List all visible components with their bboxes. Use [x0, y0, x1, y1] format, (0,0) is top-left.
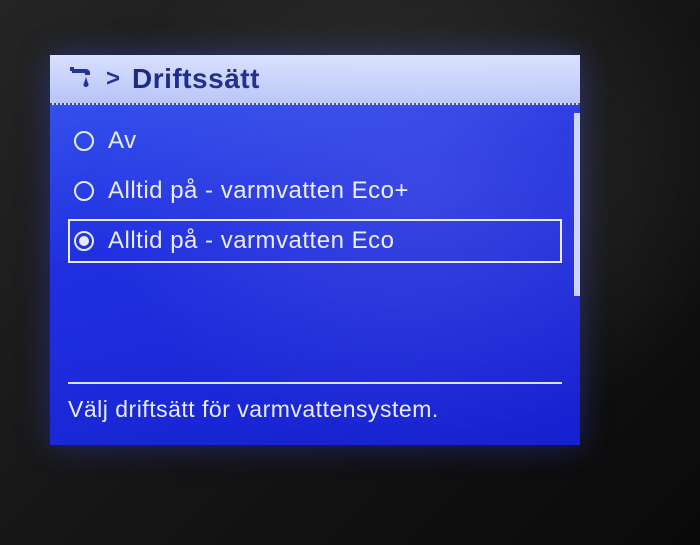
option-label: Alltid på - varmvatten Eco [108, 227, 394, 255]
lcd-screen: > Driftssätt Av Alltid på - varmvatten E… [50, 55, 580, 445]
help-text: Välj driftsätt för varmvattensystem. [50, 394, 580, 445]
options-list: Av Alltid på - varmvatten Eco+ Alltid på… [50, 105, 580, 382]
option-always-on-eco[interactable]: Alltid på - varmvatten Eco [68, 219, 562, 263]
radio-icon [74, 181, 94, 201]
option-label: Av [108, 127, 137, 155]
scrollbar-thumb[interactable] [574, 113, 580, 296]
divider [68, 382, 562, 384]
option-off[interactable]: Av [68, 119, 562, 163]
faucet-icon [68, 65, 94, 93]
option-label: Alltid på - varmvatten Eco+ [108, 177, 409, 205]
scrollbar[interactable] [574, 113, 580, 374]
radio-icon-checked [74, 231, 94, 251]
radio-icon [74, 131, 94, 151]
header-bar: > Driftssätt [50, 55, 580, 105]
page-title: Driftssätt [132, 63, 260, 95]
option-always-on-eco-plus[interactable]: Alltid på - varmvatten Eco+ [68, 169, 562, 213]
chevron-right-icon: > [106, 65, 120, 93]
